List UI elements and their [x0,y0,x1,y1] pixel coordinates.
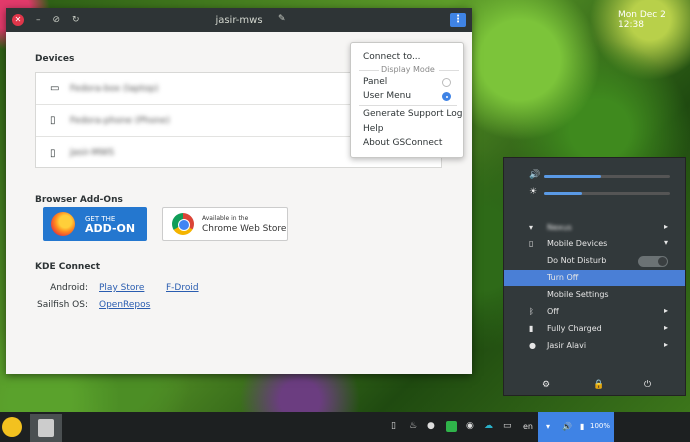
brightness-icon: ☀ [529,187,538,197]
lock-icon[interactable]: 🔒 [593,380,604,390]
chrome-webstore-button[interactable]: Available in the Chrome Web Store [162,207,288,241]
close-button[interactable]: ✕ [12,14,24,26]
dnd-label: Do Not Disturb [547,256,607,265]
circle-tray-icon[interactable]: ● [427,421,435,431]
wifi-label: Nexus [547,223,572,232]
battery-row[interactable]: ▮ Fully Charged ▸ [504,321,685,337]
system-status-area[interactable]: ▾ 🔊 ▮ 100% [538,412,614,442]
openrepos-link[interactable]: OpenRepos [99,300,150,310]
chat-tray-icon[interactable]: ◉ [466,421,474,431]
language-indicator[interactable]: en [523,422,533,431]
phone-tray-icon[interactable]: ▯ [391,421,396,431]
mobile-devices-row[interactable]: ▯ Mobile Devices ▾ [504,236,685,252]
mobile-settings-label: Mobile Settings [547,290,609,299]
cloud-tray-icon[interactable]: ☁ [484,421,493,431]
edit-name-icon[interactable]: ✎ [278,14,286,24]
device-name: Jasir-MWS [70,148,115,158]
kde-heading: KDE Connect [35,262,101,272]
wifi-row[interactable]: ▾ Nexus ▸ [504,220,685,236]
volume-slider[interactable] [544,175,670,178]
volume-status-icon: 🔊 [562,422,572,431]
activities-logo-icon[interactable] [2,417,22,437]
dnd-row[interactable]: Do Not Disturb [504,253,685,269]
chevron-down-icon: ▾ [663,238,668,247]
minimize-button[interactable]: – [36,15,41,25]
menu-panel[interactable]: Panel [363,77,387,87]
device-name: Fedora-box (laptop) [70,83,159,94]
menu-button[interactable]: ⋮ [450,13,466,27]
chevron-right-icon: ▸ [663,340,668,349]
user-row[interactable]: ● Jasir Alavi ▸ [504,338,685,354]
menu-connect[interactable]: Connect to... [363,52,421,62]
app-icon [38,419,54,437]
fdroid-link[interactable]: F-Droid [166,283,199,293]
taskbar-app-gsconnect[interactable] [30,414,62,442]
menu-user-menu[interactable]: User Menu [363,91,411,101]
tablet-icon: ▯ [50,147,56,159]
phone-icon: ▯ [529,239,534,248]
turn-off-row[interactable]: Turn Off [504,270,685,286]
user-label: Jasir Alavi [547,341,587,350]
sailfish-row: Sailfish OS: OpenRepos [35,300,150,310]
volume-icon: 🔊 [529,170,541,180]
panel-radio[interactable] [442,78,451,87]
chevron-right-icon: ▸ [663,306,668,315]
user-menu-radio[interactable] [442,92,451,101]
clock[interactable]: Mon Dec 2 12:38 [618,10,690,30]
android-label: Android: [50,283,88,293]
turn-off-label: Turn Off [547,273,579,282]
settings-gear-icon[interactable]: ⚙ [542,380,550,390]
android-row: Android: Play Store [35,283,144,293]
chevron-right-icon: ▸ [663,222,668,231]
phone-icon: ▯ [50,115,56,126]
menu-support-log[interactable]: Generate Support Log [363,109,462,119]
brightness-slider[interactable] [544,192,670,195]
check-tray-icon[interactable] [446,421,457,432]
display-mode-label: Display Mode [381,65,435,74]
menu-about[interactable]: About GSConnect [363,138,442,148]
chevron-right-icon: ▸ [663,323,668,332]
bluetooth-icon: ᛒ [529,307,534,316]
chrome-logo-icon [172,213,194,235]
titlebar: ✕ – ⊘ ↻ jasir-mws ✎ ⋮ [6,8,472,32]
ff-line2: ADD-ON [85,222,136,235]
cws-line2: Chrome Web Store [202,224,287,234]
monitor-icon: ▭ [50,83,60,94]
system-menu: 🔊 ☀ ▾ Nexus ▸ ▯ Mobile Devices ▾ Do Not … [503,157,686,396]
device-name: Fedora-phone (Phone) [70,115,170,126]
battery-percent: 100% [590,422,611,430]
wifi-icon: ▾ [529,223,534,232]
firefox-logo-icon [51,212,75,236]
app-menu-popup: Connect to... Display Mode Panel User Me… [350,42,464,158]
flame-tray-icon[interactable]: ♨ [409,421,417,431]
battery-label: Fully Charged [547,324,602,333]
back-button[interactable]: ⊘ [53,15,61,25]
refresh-button[interactable]: ↻ [72,15,80,25]
folder-tray-icon[interactable]: ▭ [503,421,512,431]
bluetooth-label: Off [547,307,559,316]
menu-help[interactable]: Help [363,124,384,134]
battery-icon: ▮ [529,324,534,333]
play-store-link[interactable]: Play Store [99,283,144,293]
sailfish-label: Sailfish OS: [37,300,88,310]
user-icon: ● [529,341,536,350]
mobile-settings-row[interactable]: Mobile Settings [504,287,685,303]
cws-line1: Available in the [202,215,249,222]
wifi-status-icon: ▾ [546,422,551,431]
devices-heading: Devices [35,54,75,64]
battery-status-icon: ▮ [580,422,585,431]
addons-heading: Browser Add-Ons [35,195,123,205]
mobile-devices-label: Mobile Devices [547,239,608,248]
bluetooth-row[interactable]: ᛒ Off ▸ [504,304,685,320]
firefox-addon-button[interactable]: GET THE ADD-ON [43,207,147,241]
dnd-toggle[interactable] [638,256,668,267]
power-icon[interactable]: ⏻ [644,380,651,390]
